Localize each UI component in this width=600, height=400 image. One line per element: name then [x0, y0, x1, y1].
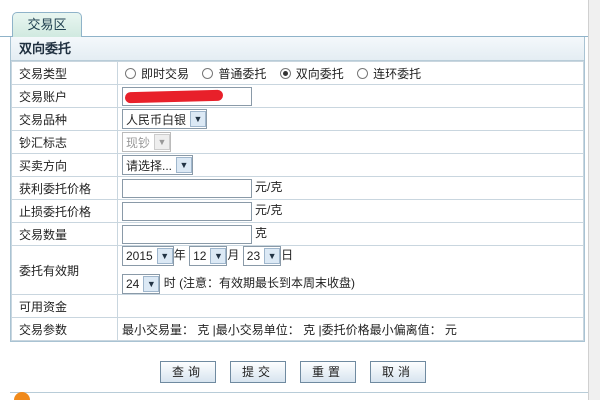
row-product: 交易品种 人民币白银 ▼	[11, 107, 584, 131]
radio-instant[interactable]: 即时交易	[122, 67, 189, 81]
order-panel: 双向委托 交易类型 即时交易 普通委托 双向委托 连环委托 交易账户 交易品种 …	[10, 37, 585, 342]
chevron-down-icon[interactable]: ▼	[210, 248, 227, 264]
redaction-mark	[124, 89, 224, 103]
radio-icon[interactable]	[125, 67, 136, 79]
hour-select[interactable]: 24 ▼	[122, 274, 161, 294]
hour-unit: 时	[163, 276, 176, 291]
row-direction: 买卖方向 请选择... ▼	[11, 153, 584, 177]
row-stop-loss: 止损委托价格 元/克	[11, 199, 584, 223]
quantity-label: 交易数量	[11, 222, 118, 246]
take-profit-label: 获利委托价格	[11, 176, 118, 200]
quantity-input[interactable]	[122, 224, 252, 244]
day-unit: 日	[281, 248, 294, 263]
year-select[interactable]: 2015 ▼	[122, 246, 174, 266]
stop-loss-unit: 元/克	[255, 203, 283, 218]
radio-normal[interactable]: 普通委托	[199, 67, 266, 81]
panel-title: 双向委托	[11, 37, 584, 61]
take-profit-unit: 元/克	[255, 180, 283, 195]
day-select[interactable]: 23 ▼	[242, 246, 282, 266]
account-label: 交易账户	[11, 84, 118, 108]
direction-label: 买卖方向	[11, 153, 118, 177]
direction-select[interactable]: 请选择... ▼	[122, 155, 194, 175]
scrollbar[interactable]	[588, 0, 600, 400]
chevron-down-icon[interactable]: ▼	[176, 157, 193, 173]
order-form: 交易类型 即时交易 普通委托 双向委托 连环委托 交易账户 交易品种 人民币白银…	[11, 61, 584, 341]
year-unit: 年	[173, 248, 186, 263]
row-quantity: 交易数量 克	[11, 222, 584, 246]
radio-chain[interactable]: 连环委托	[354, 67, 421, 81]
cash-flag-select: 现钞 ▼	[122, 132, 172, 152]
bottom-divider	[10, 392, 590, 400]
tab-trading-area[interactable]: 交易区	[12, 12, 82, 38]
params-label: 交易参数	[11, 317, 118, 341]
row-take-profit: 获利委托价格 元/克	[11, 176, 584, 200]
submit-button[interactable]: 提交	[230, 361, 286, 383]
row-trade-type: 交易类型 即时交易 普通委托 双向委托 连环委托	[11, 61, 584, 85]
radio-bidirectional[interactable]: 双向委托	[277, 67, 344, 81]
stop-loss-label: 止损委托价格	[11, 199, 118, 223]
tab-bar: 交易区	[0, 0, 600, 38]
funds-label: 可用资金	[11, 294, 118, 318]
chevron-down-icon[interactable]: ▼	[156, 248, 173, 264]
reset-button[interactable]: 重置	[300, 361, 356, 383]
cash-flag-label: 钞汇标志	[11, 130, 118, 154]
query-button[interactable]: 查询	[160, 361, 216, 383]
params-value: 最小交易量： 克 |最小交易单位： 克 |委托价格最小偏离值： 元	[117, 317, 584, 341]
row-cash-flag: 钞汇标志 现钞 ▼	[11, 130, 584, 154]
chevron-down-icon[interactable]: ▼	[143, 276, 160, 292]
radio-selected-icon[interactable]	[279, 67, 291, 79]
chevron-down-icon[interactable]: ▼	[190, 111, 207, 127]
radio-icon[interactable]	[202, 67, 214, 79]
row-validity: 委托有效期 2015 ▼ 年 12 ▼ 月 23 ▼ 日 24 ▼ 时 (注意：有效期最长到本…	[11, 245, 584, 295]
take-profit-input[interactable]	[122, 178, 252, 198]
funds-value	[117, 294, 584, 318]
validity-hour: 24 ▼ 时 (注意：有效期最长到本周末收盘)	[122, 274, 579, 294]
validity-label: 委托有效期	[11, 245, 118, 295]
button-row: 查询 提交 重置 取消	[0, 361, 600, 385]
trade-type-label: 交易类型	[11, 61, 118, 85]
row-account: 交易账户	[11, 84, 584, 108]
row-funds: 可用资金	[11, 294, 584, 318]
month-select[interactable]: 12 ▼	[189, 246, 228, 266]
month-unit: 月	[227, 248, 240, 263]
radio-icon[interactable]	[357, 67, 369, 79]
row-params: 交易参数 最小交易量： 克 |最小交易单位： 克 |委托价格最小偏离值： 元	[11, 317, 584, 341]
account-input[interactable]	[122, 86, 252, 106]
stop-loss-input[interactable]	[122, 201, 252, 221]
validity-date: 2015 ▼ 年 12 ▼ 月 23 ▼ 日	[122, 246, 579, 266]
chevron-down-icon[interactable]: ▼	[264, 248, 281, 264]
validity-note: (注意：有效期最长到本周末收盘)	[179, 276, 356, 291]
quantity-unit: 克	[255, 226, 268, 241]
cancel-button[interactable]: 取消	[370, 361, 426, 383]
product-select[interactable]: 人民币白银 ▼	[122, 109, 208, 129]
chevron-down-icon: ▼	[154, 134, 171, 150]
product-label: 交易品种	[11, 107, 118, 131]
